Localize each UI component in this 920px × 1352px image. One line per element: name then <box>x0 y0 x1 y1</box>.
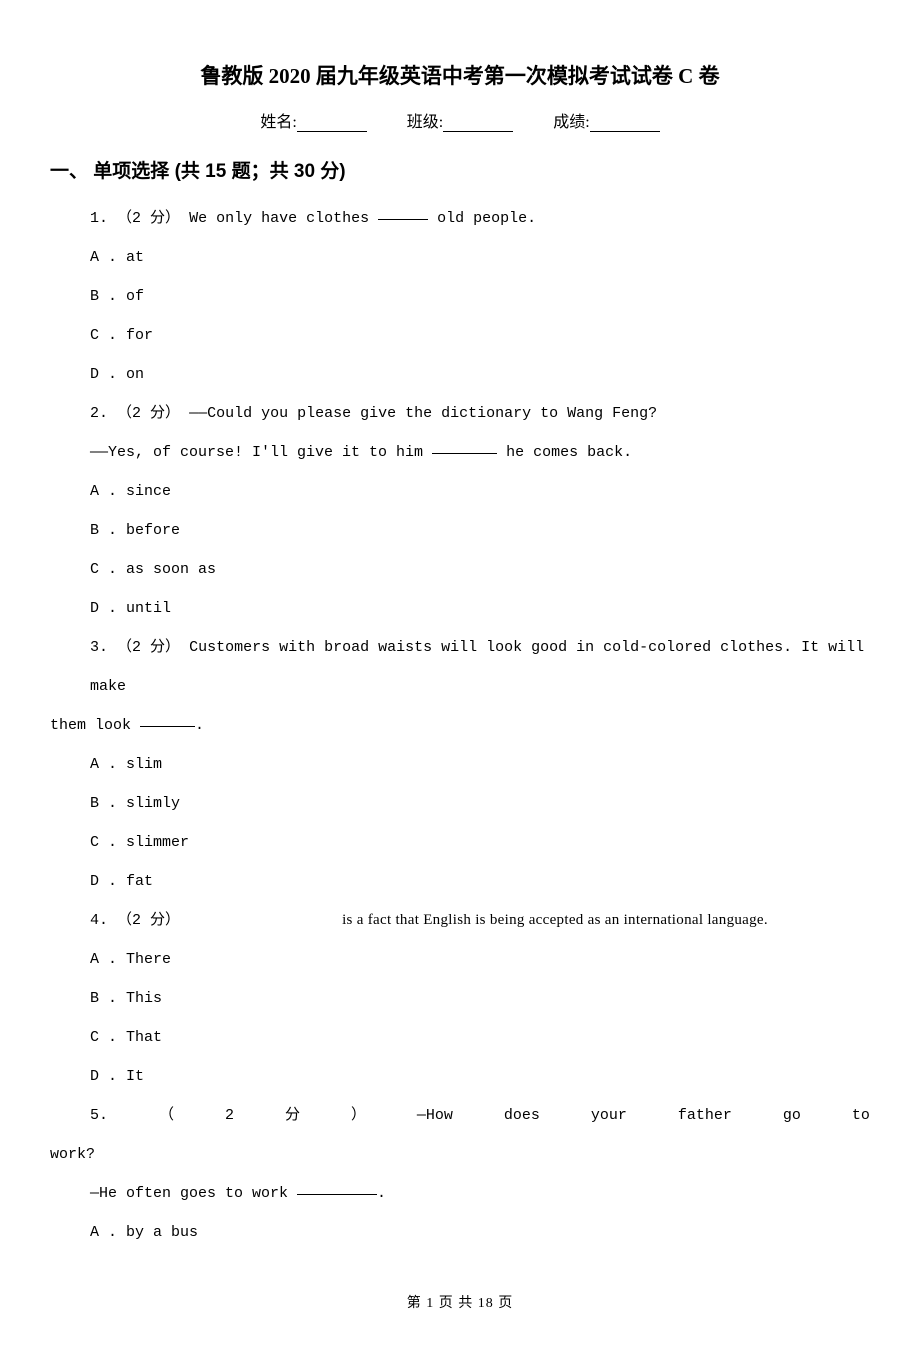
q5-line3-before: —He often goes to work <box>90 1185 297 1202</box>
q5-blank[interactable] <box>297 1194 377 1195</box>
question-3-line2: them look . <box>50 706 870 745</box>
q4-option-d[interactable]: D . It <box>90 1057 870 1096</box>
footer-total: 18 <box>478 1296 494 1311</box>
q5-num: 5. <box>90 1096 108 1135</box>
q2-option-d[interactable]: D . until <box>90 589 870 628</box>
question-4: 4. （2 分） is a fact that English is being… <box>90 901 870 940</box>
student-info-row: 姓名: 班级: 成绩: <box>50 108 870 132</box>
score-label: 成绩: <box>553 114 589 131</box>
section-title: 单项选择 (共 15 题；共 30 分) <box>93 161 345 182</box>
q5-w4: father <box>678 1096 732 1135</box>
exam-title: 鲁教版 2020 届九年级英语中考第一次模拟考试试卷 C 卷 <box>50 60 870 90</box>
q1-text-before: We only have clothes <box>189 210 378 227</box>
name-blank[interactable] <box>297 131 367 132</box>
q3-line2-after: . <box>195 717 204 734</box>
q2-num: 2. <box>90 405 108 422</box>
q2-option-c[interactable]: C . as soon as <box>90 550 870 589</box>
q5-line3-after: . <box>377 1185 386 1202</box>
q5-w3: your <box>591 1096 627 1135</box>
class-label: 班级: <box>407 114 443 131</box>
q3-points: （2 分） <box>117 639 180 656</box>
question-5-line3: —He often goes to work . <box>90 1174 870 1213</box>
q1-blank[interactable] <box>378 219 428 220</box>
q1-option-d[interactable]: D . on <box>90 355 870 394</box>
q3-num: 3. <box>90 639 108 656</box>
q4-option-a[interactable]: A . There <box>90 940 870 979</box>
score-blank[interactable] <box>590 131 660 132</box>
q2-option-b[interactable]: B . before <box>90 511 870 550</box>
q5-w1: —How <box>417 1096 453 1135</box>
q5-w2: does <box>504 1096 540 1135</box>
footer-prefix: 第 <box>407 1296 427 1311</box>
q1-num: 1. <box>90 210 108 227</box>
name-label: 姓名: <box>260 114 296 131</box>
q3-option-d[interactable]: D . fat <box>90 862 870 901</box>
q1-option-c[interactable]: C . for <box>90 316 870 355</box>
q2-points: （2 分） <box>117 405 180 422</box>
q4-num: 4. <box>90 912 108 929</box>
q3-text: Customers with broad waists will look go… <box>90 639 864 695</box>
q2-line2-before: ——Yes, of course! I'll give it to him <box>90 444 432 461</box>
q5-w5: go <box>783 1096 801 1135</box>
q2-text: ——Could you please give the dictionary t… <box>189 405 657 422</box>
q1-option-b[interactable]: B . of <box>90 277 870 316</box>
q4-option-c[interactable]: C . That <box>90 1018 870 1057</box>
q2-blank[interactable] <box>432 453 497 454</box>
q3-line2-before: them look <box>50 717 140 734</box>
q3-option-b[interactable]: B . slimly <box>90 784 870 823</box>
q3-option-c[interactable]: C . slimmer <box>90 823 870 862</box>
footer-suffix: 页 <box>494 1296 514 1311</box>
question-3: 3. （2 分） Customers with broad waists wil… <box>90 628 870 706</box>
footer-mid: 页 共 <box>434 1296 478 1311</box>
question-5-line2: work? <box>50 1135 870 1174</box>
q4-option-b[interactable]: B . This <box>90 979 870 1018</box>
q1-text-after: old people. <box>428 210 536 227</box>
q4-points: （2 分） <box>117 912 180 929</box>
q2-line2-after: he comes back. <box>497 444 632 461</box>
class-blank[interactable] <box>443 131 513 132</box>
section-number: 一、 <box>50 161 88 182</box>
q5-points-open: （ <box>159 1096 174 1135</box>
q4-text: is a fact that English is being accepted… <box>342 912 768 928</box>
q1-points: （2 分） <box>117 210 180 227</box>
q5-points-unit: 分 <box>285 1096 300 1135</box>
question-5: 5. （ 2 分 ） —How does your father go to <box>50 1096 870 1135</box>
q3-blank[interactable] <box>140 726 195 727</box>
question-2-line2: ——Yes, of course! I'll give it to him he… <box>90 433 870 472</box>
q5-points-close: ） <box>351 1096 366 1135</box>
q1-option-a[interactable]: A . at <box>90 238 870 277</box>
q2-option-a[interactable]: A . since <box>90 472 870 511</box>
q3-option-a[interactable]: A . slim <box>90 745 870 784</box>
section-header: 一、 单项选择 (共 15 题；共 30 分) <box>50 156 870 183</box>
question-1: 1. （2 分） We only have clothes old people… <box>90 199 870 238</box>
question-2: 2. （2 分） ——Could you please give the dic… <box>90 394 870 433</box>
page-footer: 第 1 页 共 18 页 <box>50 1292 870 1312</box>
q5-option-a[interactable]: A . by a bus <box>90 1213 870 1252</box>
q5-points-num: 2 <box>225 1096 234 1135</box>
q5-w6: to <box>852 1096 870 1135</box>
